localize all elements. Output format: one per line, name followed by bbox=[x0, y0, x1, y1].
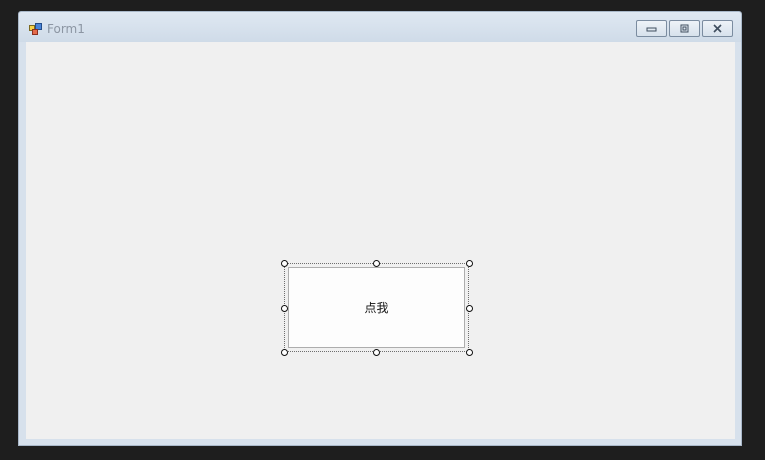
resize-handle-bottom[interactable] bbox=[373, 349, 380, 356]
resize-handle-right[interactable] bbox=[466, 305, 473, 312]
window-title: Form1 bbox=[47, 22, 85, 36]
restore-icon bbox=[680, 24, 689, 33]
resize-handle-top[interactable] bbox=[373, 260, 380, 267]
resize-handle-bottom-right[interactable] bbox=[466, 349, 473, 356]
resize-handle-left[interactable] bbox=[281, 305, 288, 312]
minimize-button[interactable] bbox=[636, 20, 667, 37]
click-me-button-label: 点我 bbox=[364, 301, 389, 315]
click-me-button[interactable]: 点我 bbox=[288, 267, 465, 348]
resize-handle-top-right[interactable] bbox=[466, 260, 473, 267]
form-designer-window: Form1 点我 bbox=[18, 11, 742, 446]
resize-handle-bottom-left[interactable] bbox=[281, 349, 288, 356]
form-client-area[interactable]: 点我 bbox=[26, 42, 735, 439]
restore-button[interactable] bbox=[669, 20, 700, 37]
button-selection-box[interactable]: 点我 bbox=[281, 260, 473, 356]
window-controls bbox=[636, 20, 733, 37]
resize-handle-top-left[interactable] bbox=[281, 260, 288, 267]
title-bar: Form1 bbox=[19, 12, 741, 42]
close-icon bbox=[713, 24, 722, 33]
close-button[interactable] bbox=[702, 20, 733, 37]
form-icon bbox=[29, 23, 42, 35]
minimize-icon bbox=[646, 27, 657, 32]
